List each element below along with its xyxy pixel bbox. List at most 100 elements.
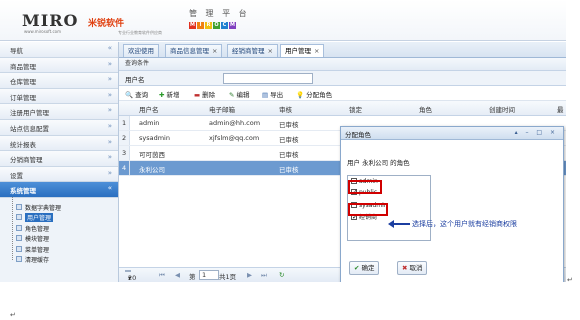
expand-icon: »: [107, 75, 112, 84]
annotation-text: 选择后，这个用户就有经销商权限: [412, 220, 517, 228]
cell-username: 永利公司: [139, 166, 165, 174]
company-slogan: 专业行业教育软件供应商: [118, 30, 162, 35]
column-header[interactable]: 用户名: [139, 104, 159, 114]
cell-status: 已审核: [279, 121, 299, 129]
sidebar-item-distributors[interactable]: 分销商管理 »: [0, 151, 118, 167]
sidebar-item-system[interactable]: 系统管理 «: [0, 182, 118, 198]
column-header[interactable]: 最: [557, 104, 564, 114]
delete-button[interactable]: ▬ 删除: [194, 89, 215, 99]
tab-welcome[interactable]: 欢迎使用: [123, 44, 159, 57]
platform-logo-letter: I: [197, 22, 204, 29]
column-header[interactable]: 电子邮箱: [209, 104, 235, 114]
platform-logo-letter: M: [189, 22, 196, 29]
edit-icon: ✎: [229, 91, 235, 99]
tree-connector-line: [12, 197, 14, 260]
column-header[interactable]: 创建时间: [489, 104, 515, 114]
tree-item-menus[interactable]: 菜单管理: [0, 244, 118, 255]
tab-label: 商品信息管理: [170, 47, 209, 55]
sidebar-item-settings[interactable]: 设置 »: [0, 166, 118, 183]
system-tree: 数据字典管理 用户管理 角色管理 模块管理 菜单管理 清理缓存: [0, 198, 118, 265]
platform-logo-letter: O: [213, 22, 220, 29]
sidebar-item-label: 仓库管理: [10, 78, 36, 87]
sidebar-item-products[interactable]: 商品管理 »: [0, 57, 118, 74]
folder-icon: [16, 245, 22, 252]
tab-product-info[interactable]: 商品信息管理 ×: [165, 44, 223, 57]
dialog-titlebar[interactable]: 分配角色 ▴ – □ ×: [341, 127, 563, 140]
next-page-icon[interactable]: ▶: [247, 271, 252, 279]
row-number: 4: [122, 164, 127, 172]
tab-bar: 欢迎使用 商品信息管理 × 经销商管理 × 用户管理 ×: [119, 42, 566, 58]
column-header[interactable]: 审核: [279, 104, 292, 114]
button-label: 查询: [135, 91, 149, 99]
platform-logo-letter: R: [205, 22, 212, 29]
column-header[interactable]: 角色: [419, 104, 432, 114]
sidebar-header-nav[interactable]: 导航 «: [0, 42, 118, 58]
grid-header: 用户名 电子邮箱 审核 锁定 角色 创建时间 最: [119, 101, 566, 116]
window-controls-icon[interactable]: ▴ – □ ×: [515, 129, 558, 136]
expand-icon: »: [107, 121, 112, 130]
search-row: 用户名: [119, 71, 566, 86]
check-icon: ✔: [354, 264, 360, 272]
ok-button[interactable]: ✔ 确定: [349, 261, 380, 275]
tree-item-dictionary[interactable]: 数据字典管理: [0, 202, 118, 213]
add-button[interactable]: ✚ 新增: [159, 89, 179, 99]
cell-username: sysadmin: [139, 134, 170, 142]
row-number-cell: 1: [119, 116, 130, 130]
button-label: 导出: [270, 91, 284, 99]
row-number-cell: 4: [119, 161, 130, 175]
sidebar-item-warehouse[interactable]: 仓库管理 »: [0, 73, 118, 89]
page-label: 第: [189, 273, 196, 281]
tree-item-label: 模块管理: [25, 236, 50, 244]
cell-status: 已审核: [279, 166, 299, 174]
collapse-icon[interactable]: «: [108, 44, 112, 52]
tree-item-modules[interactable]: 模块管理: [0, 233, 118, 244]
close-icon[interactable]: ×: [314, 47, 319, 55]
platform-logo: M I R O C M: [189, 22, 236, 29]
tab-user-management[interactable]: 用户管理 ×: [280, 44, 325, 57]
folder-icon: [16, 224, 22, 231]
close-icon[interactable]: ×: [212, 47, 217, 55]
sidebar-item-registered-users[interactable]: 注册用户管理 »: [0, 104, 118, 120]
last-page-icon[interactable]: ⏭: [261, 271, 267, 280]
tree-item-label: 用户管理: [25, 213, 54, 223]
username-input[interactable]: [223, 73, 313, 84]
query-button[interactable]: 🔍 查询: [125, 89, 148, 99]
tree-item-users[interactable]: 用户管理: [0, 212, 118, 223]
sidebar-item-reports[interactable]: 统计报表 »: [0, 135, 118, 152]
sidebar-item-label: 统计报表: [10, 140, 36, 149]
edit-button[interactable]: ✎ 编辑: [229, 89, 249, 99]
sidebar-item-site-config[interactable]: 站点信息配置 »: [0, 119, 118, 136]
sidebar-item-label: 订单管理: [10, 93, 36, 102]
tree-item-roles[interactable]: 角色管理: [0, 223, 118, 234]
export-button[interactable]: ▤ 导出: [262, 89, 283, 99]
tab-distributors[interactable]: 经销商管理 ×: [227, 44, 278, 57]
sidebar-item-label: 商品管理: [10, 62, 36, 71]
close-icon[interactable]: ×: [268, 47, 273, 55]
tree-item-label: 菜单管理: [25, 246, 50, 254]
expand-icon: »: [107, 90, 112, 99]
assign-role-button[interactable]: 💡 分配角色: [296, 89, 332, 99]
cell-email: admin@hh.com: [209, 119, 261, 127]
refresh-icon[interactable]: ↻: [279, 271, 284, 279]
column-header[interactable]: 锁定: [349, 104, 362, 114]
button-label: 删除: [202, 91, 216, 99]
sidebar-item-label: 站点信息配置: [10, 124, 49, 133]
tree-item-clear-cache[interactable]: 清理缓存: [0, 254, 118, 265]
first-page-icon[interactable]: ⏮: [159, 271, 165, 280]
page-number-input[interactable]: 1: [199, 270, 219, 280]
cell-username: 可可茵西: [139, 151, 165, 159]
expand-icon: »: [107, 137, 112, 146]
cancel-button[interactable]: ✖ 取消: [397, 261, 428, 275]
highlight-box-distributor: [348, 203, 388, 216]
sidebar-item-orders[interactable]: 订单管理 »: [0, 88, 118, 105]
prev-page-icon[interactable]: ◀: [175, 271, 180, 279]
query-panel-title: 查询条件: [119, 58, 566, 71]
page-size-select[interactable]: 20 ▾: [125, 270, 136, 282]
assign-role-dialog: 分配角色 ▴ – □ × 用户 永利公司 的角色 admin public sy…: [340, 126, 564, 282]
delete-icon: ▬: [194, 91, 201, 99]
export-icon: ▤: [262, 91, 269, 99]
row-number-cell: 3: [119, 146, 130, 160]
collapse-icon: «: [107, 184, 112, 193]
app-header: MIRO 米锐软件 www.mirosoft.com 专业行业教育软件供应商 管…: [0, 0, 566, 41]
button-label: 取消: [409, 264, 423, 272]
